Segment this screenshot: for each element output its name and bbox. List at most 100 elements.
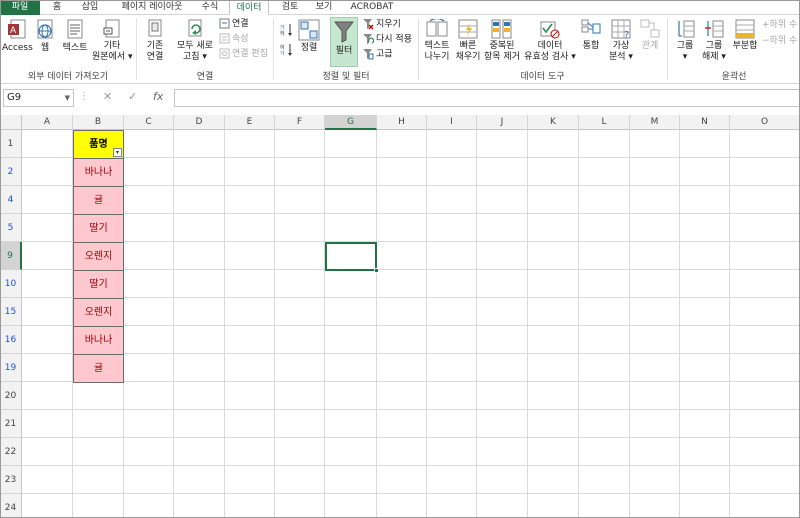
edit-links-button[interactable]: 연결 편집 (219, 48, 268, 60)
tab-home[interactable]: 홈 (46, 0, 68, 15)
what-if-analysis-button[interactable]: ? 가상 분석 ▾ (606, 19, 636, 63)
connections-button[interactable]: 연결 (219, 18, 249, 30)
column-header-k[interactable]: K (528, 115, 579, 130)
row-header-1[interactable]: 1 (0, 130, 22, 158)
enter-check-icon[interactable]: ✓ (128, 90, 137, 103)
text-to-columns-label-2: 나누기 (424, 52, 450, 62)
text-to-columns-button[interactable]: 텍스트 나누기 (421, 19, 453, 63)
flash-fill-label-2: 채우기 (455, 52, 481, 62)
column-header-o[interactable]: O (730, 115, 800, 130)
access-button[interactable]: A Access (2, 19, 33, 54)
other-sources-button[interactable]: 기타 원본에서 ▾ (92, 19, 133, 63)
table-header-cell[interactable]: 품명 ▾ (73, 130, 124, 159)
web-button[interactable]: 웹 (34, 19, 56, 54)
row-header-16[interactable]: 16 (0, 326, 22, 354)
sort-z-to-a-button[interactable]: 하가 (280, 43, 295, 56)
formula-input[interactable] (174, 89, 800, 107)
row-header-10[interactable]: 10 (0, 270, 22, 298)
worksheet-grid[interactable]: ABCDEFGHIJKLMNO 1 2 4 5 9 10 15 16 19 20 21 22 23 24 … (0, 115, 800, 518)
column-gridline (224, 130, 225, 518)
filter-button[interactable]: 필터 (330, 17, 358, 67)
cancel-icon[interactable]: ✕ (103, 90, 112, 103)
existing-connections-button[interactable]: 기존 연결 (141, 19, 169, 63)
column-header-b[interactable]: B (73, 115, 124, 130)
consolidate-icon (581, 19, 601, 34)
table-cell[interactable]: 바나나 (73, 158, 124, 187)
relationships-button[interactable]: 관계 (638, 19, 662, 52)
row-header-4[interactable]: 4 (0, 186, 22, 214)
sort-button[interactable]: 정렬 (296, 19, 322, 54)
table-cell[interactable]: 딸기 (73, 270, 124, 299)
refresh-all-label-1: 모두 새로 (177, 41, 213, 51)
table-cell[interactable]: 오렌지 (73, 298, 124, 327)
row-header-22[interactable]: 22 (0, 438, 22, 466)
chevron-down-icon[interactable]: ▼ (65, 90, 70, 106)
column-header-g[interactable]: G (325, 115, 377, 130)
column-header-m[interactable]: M (630, 115, 680, 130)
tab-insert[interactable]: 삽입 (76, 0, 104, 15)
sort-a-to-z-button[interactable]: 가하 (280, 23, 295, 36)
name-box[interactable]: G9 ▼ (3, 89, 74, 107)
advanced-filter-button[interactable]: 고급 (362, 48, 393, 61)
hide-detail-button[interactable]: −하위 수 (762, 35, 797, 47)
filter-funnel-icon (333, 21, 355, 43)
tab-review[interactable]: 검토 (277, 0, 303, 15)
column-header-i[interactable]: I (427, 115, 477, 130)
column-header-f[interactable]: F (275, 115, 325, 130)
remove-duplicates-button[interactable]: 중복된 항목 제거 (484, 19, 520, 63)
clear-filter-button[interactable]: 지우기 (362, 18, 401, 31)
column-gridline (324, 130, 325, 518)
table-cell[interactable]: 귤 (73, 186, 124, 215)
row-header-20[interactable]: 20 (0, 382, 22, 410)
select-all-corner[interactable] (0, 115, 22, 130)
consolidate-button[interactable]: 통합 (579, 19, 603, 52)
tab-data[interactable]: 데이터 (229, 0, 269, 16)
row-header-9[interactable]: 9 (0, 242, 22, 270)
hide-detail-label: 하위 수 (769, 36, 798, 46)
tab-file[interactable]: 파일 (0, 0, 40, 15)
column-header-c[interactable]: C (124, 115, 174, 130)
column-header-a[interactable]: A (22, 115, 73, 130)
insert-function-icon[interactable]: fx (153, 90, 163, 103)
active-cell-selection[interactable] (325, 242, 379, 273)
show-detail-button[interactable]: +하위 수 (762, 19, 797, 31)
column-header-n[interactable]: N (680, 115, 730, 130)
other-sources-label-1: 기타 (103, 41, 121, 51)
column-gridline (476, 130, 477, 518)
column-header-e[interactable]: E (225, 115, 275, 130)
column-header-d[interactable]: D (174, 115, 225, 130)
table-cell[interactable]: 귤 (73, 354, 124, 383)
tab-acrobat[interactable]: ACROBAT (346, 0, 398, 15)
row-header-2[interactable]: 2 (0, 158, 22, 186)
table-cell[interactable]: 딸기 (73, 214, 124, 243)
table-cell[interactable]: 오렌지 (73, 242, 124, 271)
column-header-l[interactable]: L (579, 115, 630, 130)
table-cell[interactable]: 바나나 (73, 326, 124, 355)
row-header-15[interactable]: 15 (0, 298, 22, 326)
column-header-j[interactable]: J (477, 115, 528, 130)
row-header-5[interactable]: 5 (0, 214, 22, 242)
row-header-24[interactable]: 24 (0, 494, 22, 518)
row-header-21[interactable]: 21 (0, 410, 22, 438)
flash-fill-button[interactable]: 빠른 채우기 (455, 19, 481, 63)
row-header-23[interactable]: 23 (0, 466, 22, 494)
tab-formulas[interactable]: 수식 (197, 0, 223, 15)
row-header-19[interactable]: 19 (0, 354, 22, 382)
group-label-outline: 윤곽선 (721, 72, 747, 82)
fill-handle[interactable] (374, 268, 379, 273)
from-text-button[interactable]: 텍스트 (60, 19, 90, 54)
properties-button[interactable]: 속성 (219, 33, 249, 45)
subtotal-button[interactable]: 부분합 (730, 19, 760, 52)
ungroup-button[interactable]: 그룹 해제 ▾ (700, 19, 728, 63)
tab-page-layout[interactable]: 페이지 레이아웃 (112, 0, 192, 15)
column-header-h[interactable]: H (377, 115, 427, 130)
properties-label: 속성 (232, 34, 249, 44)
data-validation-button[interactable]: 데이터 유효성 검사 ▾ (522, 19, 578, 63)
filter-active-icon[interactable]: ▾ (113, 148, 122, 157)
tab-view[interactable]: 보기 (311, 0, 337, 15)
group-button[interactable]: 그룹 ▾ (672, 19, 698, 63)
refresh-all-button[interactable]: 모두 새로 고침 ▾ (174, 19, 216, 63)
reapply-filter-button[interactable]: 다시 적용 (362, 33, 412, 46)
ungroup-label-1: 그룹 (705, 41, 723, 51)
show-detail-label: 하위 수 (769, 20, 798, 30)
